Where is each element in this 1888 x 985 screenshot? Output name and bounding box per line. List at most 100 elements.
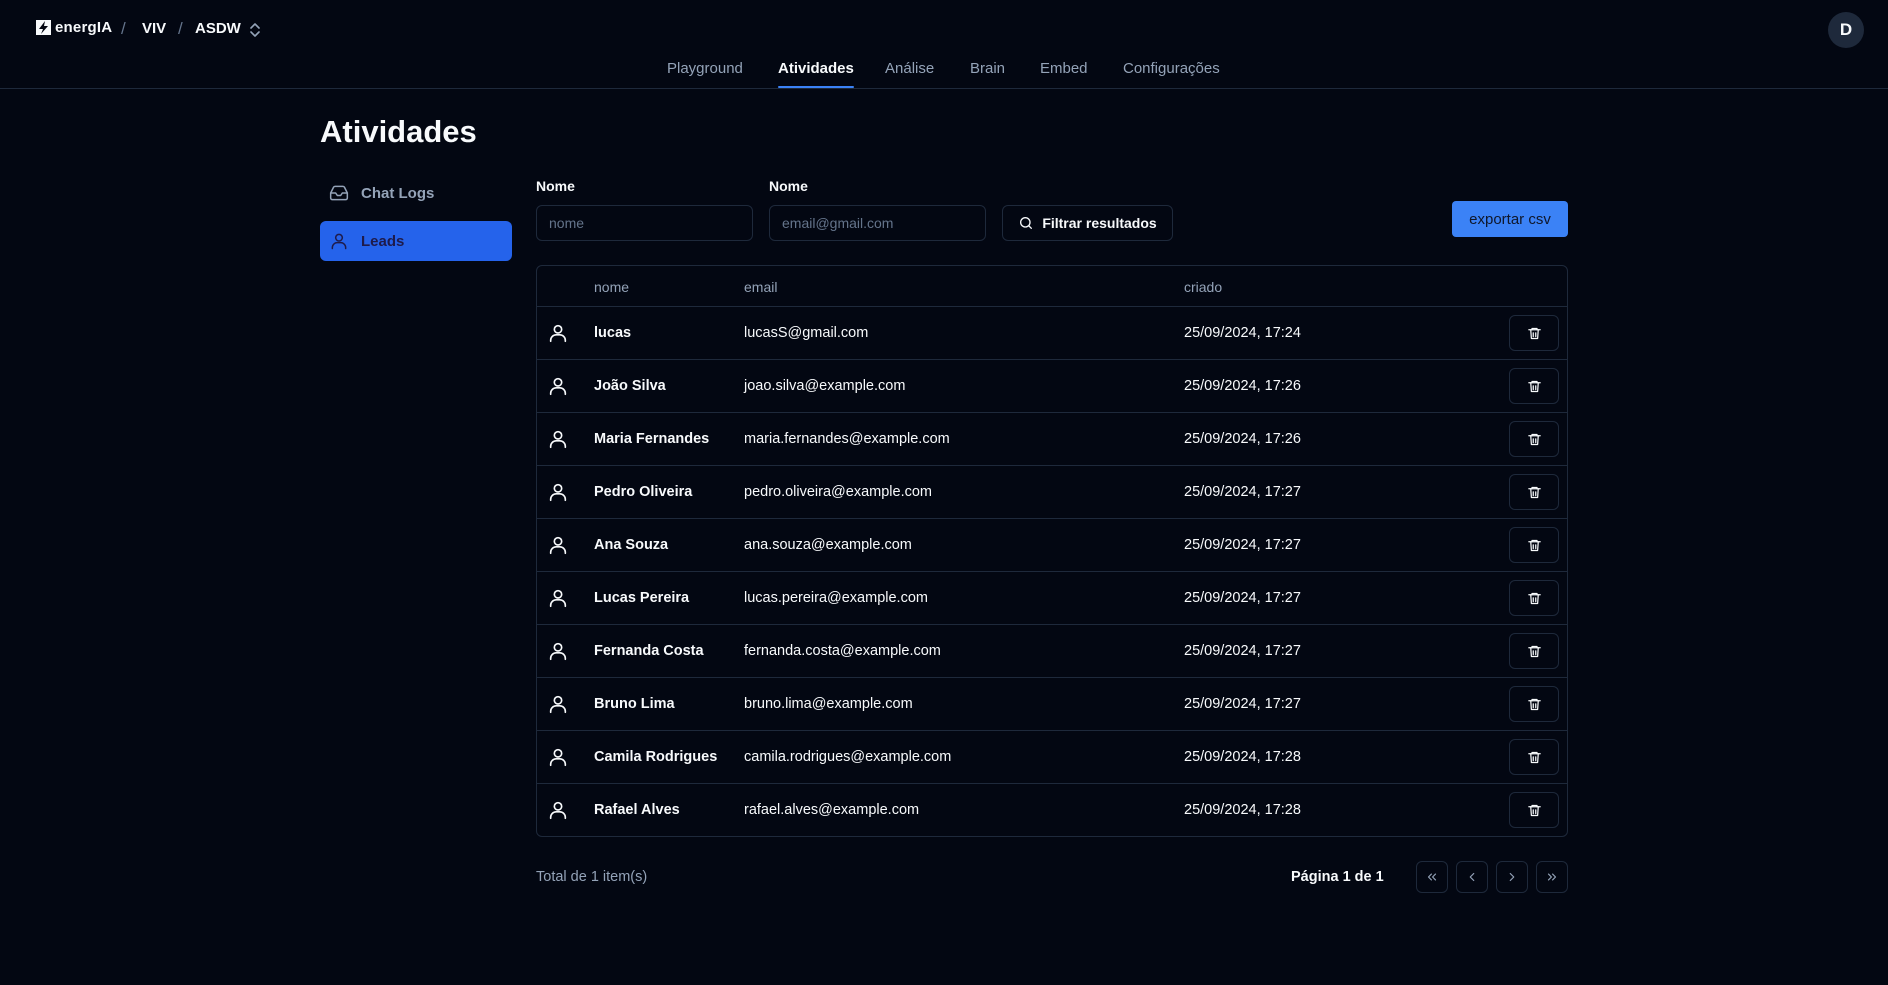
cell-email: camila.rodrigues@example.com [744, 749, 952, 765]
page-info: Página 1 de 1 [1291, 869, 1384, 885]
trash-icon [1527, 750, 1542, 765]
sidebar-item-label: Chat Logs [361, 184, 435, 202]
cell-nome: lucas [594, 325, 632, 341]
chevrons-right-icon [1545, 870, 1559, 884]
cell-criado: 25/09/2024, 17:24 [1184, 325, 1301, 341]
leads-table: nome email criado lucas lucasS@gmail.com 2… [536, 265, 1568, 837]
email-filter-label: Nome [769, 178, 808, 194]
user-icon [547, 322, 569, 344]
table-row[interactable]: Camila Rodrigues camila.rodrigues@example… [537, 731, 1567, 784]
cell-email: joao.silva@example.com [744, 378, 906, 394]
cell-nome: Camila Rodrigues [594, 749, 718, 765]
breadcrumb-separator: / [121, 19, 126, 38]
user-icon [547, 746, 569, 768]
cell-criado: 25/09/2024, 17:27 [1184, 537, 1301, 553]
column-header-nome: nome [594, 279, 630, 295]
table-row[interactable]: Fernanda Costa fernanda.costa@example.com… [537, 625, 1567, 678]
first-page-button[interactable] [1416, 861, 1448, 893]
sidebar-item-leads[interactable]: Leads [320, 221, 512, 261]
cell-email: pedro.oliveira@example.com [744, 484, 932, 500]
sidebar-item-chat-logs[interactable]: Chat Logs [320, 173, 512, 213]
lightning-icon [36, 20, 51, 35]
cell-criado: 25/09/2024, 17:26 [1184, 378, 1301, 394]
cell-criado: 25/09/2024, 17:28 [1184, 802, 1301, 818]
delete-button[interactable] [1509, 739, 1559, 775]
delete-button[interactable] [1509, 474, 1559, 510]
cell-email: ana.souza@example.com [744, 537, 912, 553]
cell-nome: Bruno Lima [594, 696, 675, 712]
tab-embed[interactable]: Embed [1040, 60, 1088, 89]
cell-nome: Ana Souza [594, 537, 669, 553]
breadcrumb-org[interactable]: VIV [142, 20, 166, 37]
sidebar-item-label: Leads [361, 232, 405, 250]
table-row[interactable]: João Silva joao.silva@example.com 25/09/20… [537, 360, 1567, 413]
tab-analise[interactable]: Análise [885, 60, 934, 89]
tab-brain[interactable]: Brain [970, 60, 1005, 89]
delete-button[interactable] [1509, 527, 1559, 563]
trash-icon [1527, 697, 1542, 712]
cell-nome: Lucas Pereira [594, 590, 690, 606]
delete-button[interactable] [1509, 368, 1559, 404]
table-header: nome email criado [537, 266, 1567, 307]
delete-button[interactable] [1509, 315, 1559, 351]
table-row[interactable]: Pedro Oliveira pedro.oliveira@example.com… [537, 466, 1567, 519]
cell-email: rafael.alves@example.com [744, 802, 920, 818]
trash-icon [1527, 432, 1542, 447]
table-row[interactable]: Ana Souza ana.souza@example.com 25/09/2024… [537, 519, 1567, 572]
last-page-button[interactable] [1536, 861, 1568, 893]
cell-criado: 25/09/2024, 17:27 [1184, 643, 1301, 659]
table-row[interactable]: Rafael Alves rafael.alves@example.com 25/0… [537, 784, 1567, 836]
table-row[interactable]: lucas lucasS@gmail.com 25/09/2024, 17:24 [537, 307, 1567, 360]
avatar[interactable]: D [1828, 12, 1864, 48]
user-icon [547, 693, 569, 715]
cell-criado: 25/09/2024, 17:27 [1184, 696, 1301, 712]
cell-email: bruno.lima@example.com [744, 696, 913, 712]
cell-nome: Maria Fernandes [594, 431, 710, 447]
breadcrumb-project[interactable]: ASDW [195, 20, 241, 37]
chevron-left-icon [1465, 870, 1479, 884]
cell-nome: Pedro Oliveira [594, 484, 693, 500]
user-icon [547, 799, 569, 821]
tab-playground[interactable]: Playground [667, 60, 743, 89]
trash-icon [1527, 485, 1542, 500]
trash-icon [1527, 591, 1542, 606]
table-row[interactable]: Maria Fernandes maria.fernandes@example.c… [537, 413, 1567, 466]
table-row[interactable]: Bruno Lima bruno.lima@example.com 25/09/20… [537, 678, 1567, 731]
cell-email: fernanda.costa@example.com [744, 643, 941, 659]
top-bar: energIA / VIV / ASDW D Playground Ativid… [0, 0, 1888, 89]
trash-icon [1527, 326, 1542, 341]
breadcrumb-separator: / [178, 19, 183, 38]
nav-tabs: Playground Atividades Análise Brain Embe… [0, 60, 1888, 89]
tab-configuracoes[interactable]: Configurações [1123, 60, 1220, 89]
email-filter-input[interactable] [769, 205, 986, 241]
cell-email: lucasS@gmail.com [744, 325, 869, 341]
delete-button[interactable] [1509, 633, 1559, 669]
delete-button[interactable] [1509, 686, 1559, 722]
previous-page-button[interactable] [1456, 861, 1488, 893]
chevron-up-down-icon[interactable] [248, 20, 262, 40]
total-count: Total de 1 item(s) [536, 869, 648, 885]
search-icon [1018, 215, 1034, 231]
name-filter-input[interactable] [536, 205, 753, 241]
cell-nome: João Silva [594, 378, 666, 394]
cell-criado: 25/09/2024, 17:27 [1184, 484, 1301, 500]
table-row[interactable]: Lucas Pereira lucas.pereira@example.com 25… [537, 572, 1567, 625]
delete-button[interactable] [1509, 792, 1559, 828]
column-header-email: email [744, 279, 778, 295]
user-icon [547, 481, 569, 503]
export-csv-button[interactable]: exportar csv [1452, 201, 1568, 237]
filter-results-button[interactable]: Filtrar resultados [1002, 205, 1173, 241]
delete-button[interactable] [1509, 421, 1559, 457]
next-page-button[interactable] [1496, 861, 1528, 893]
tab-atividades[interactable]: Atividades [778, 60, 854, 89]
filter-button-label: Filtrar resultados [1042, 215, 1157, 231]
cell-nome: Rafael Alves [594, 802, 680, 818]
user-icon [547, 587, 569, 609]
delete-button[interactable] [1509, 580, 1559, 616]
user-icon [547, 375, 569, 397]
brand-logo[interactable]: energIA [36, 19, 112, 36]
trash-icon [1527, 644, 1542, 659]
user-icon [329, 231, 349, 251]
user-icon [547, 640, 569, 662]
cell-email: lucas.pereira@example.com [744, 590, 928, 606]
